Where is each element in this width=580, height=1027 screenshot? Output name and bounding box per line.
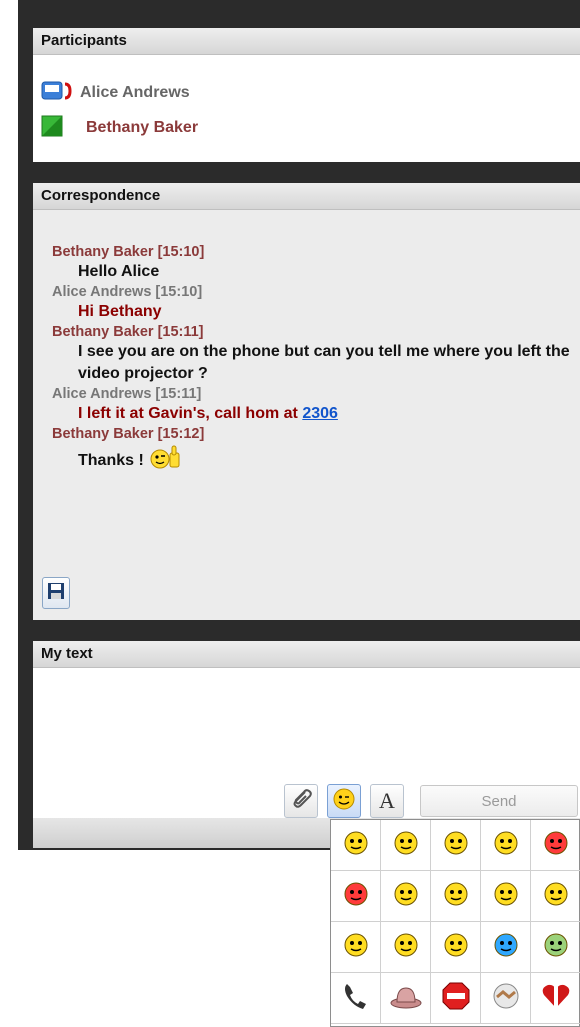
emoticon-cool-drink[interactable] (531, 871, 580, 922)
message-text-content: Thanks ! (78, 451, 144, 469)
birthday-icon (342, 931, 370, 964)
message-author: Bethany Baker [15:11] (52, 324, 204, 340)
floppy-disk-icon (47, 582, 65, 605)
message-text: Hi Bethany (78, 303, 162, 320)
participants-header: Participants (33, 28, 580, 55)
save-conversation-button[interactable] (42, 577, 70, 609)
heart-icon (541, 981, 571, 1016)
emoticon-picker (330, 819, 580, 1027)
hat-icon (390, 983, 422, 1014)
emoticon-surprised[interactable] (481, 820, 531, 871)
thumbs-up-smiley-icon (148, 443, 184, 478)
emoticon-flower[interactable] (481, 922, 531, 973)
message-author: Alice Andrews [15:11] (52, 386, 202, 402)
font-button-label: A (379, 788, 395, 813)
phone-icon (341, 981, 371, 1016)
handshake-icon (491, 981, 521, 1016)
emoticon-angry[interactable] (531, 820, 580, 871)
font-button[interactable]: A (370, 784, 404, 818)
phone-number-link[interactable]: 2306 (302, 405, 338, 422)
attach-file-button[interactable] (284, 784, 318, 818)
my-text-header: My text (33, 641, 580, 668)
emoticon-help[interactable] (381, 871, 431, 922)
message-input[interactable] (33, 668, 577, 784)
sleepy-icon (442, 931, 470, 964)
participant-bethany[interactable]: Bethany Baker (40, 115, 198, 141)
emoticon-confused[interactable] (431, 820, 481, 871)
message-author: Bethany Baker [15:12] (52, 426, 205, 442)
message-list: Bethany Baker [15:10] Hello Alice Alice … (52, 243, 572, 478)
sick-icon (542, 931, 570, 964)
emoticon-tongue[interactable] (381, 922, 431, 973)
swearing-icon (342, 880, 370, 913)
send-button[interactable]: Send (420, 785, 578, 817)
music-icon (442, 880, 470, 913)
send-button-label: Send (481, 792, 517, 810)
message-text: I left it at Gavin's, call hom at 2306 (52, 403, 572, 425)
emoticon-phone[interactable] (331, 973, 381, 1024)
smiley-icon (332, 787, 356, 816)
emoticon-birthday[interactable] (331, 922, 381, 973)
confused-icon (442, 829, 470, 862)
correspondence-header: Correspondence (33, 183, 580, 210)
message-author: Alice Andrews [15:10] (52, 284, 203, 300)
angry-icon (542, 829, 570, 862)
emoticon-hat[interactable] (381, 973, 431, 1024)
emoticon-smile[interactable] (331, 820, 381, 871)
emoticon-sleepy[interactable] (431, 922, 481, 973)
emoticon-handshake[interactable] (481, 973, 531, 1024)
participant-alice[interactable]: Alice Andrews (40, 80, 190, 106)
emoticon-heart[interactable] (531, 973, 580, 1024)
emoticon-swearing[interactable] (331, 871, 381, 922)
phone-on-call-icon (40, 78, 80, 109)
participant-name: Bethany Baker (86, 119, 199, 136)
surprised-icon (492, 829, 520, 862)
message-text: Thanks ! (52, 443, 572, 478)
help-icon (392, 880, 420, 913)
tongue-icon (392, 931, 420, 964)
paperclip-icon (289, 787, 313, 816)
cool-drink-icon (542, 880, 570, 913)
stop-icon (441, 981, 471, 1016)
emoticon-thumbs-up[interactable] (481, 871, 531, 922)
thumbs-up-icon (492, 880, 520, 913)
message-text: I see you are on the phone but can you t… (78, 343, 570, 382)
smile-icon (342, 829, 370, 862)
message-text: Hello Alice (78, 263, 160, 280)
emoticon-sick[interactable] (531, 922, 580, 973)
emoticon-music[interactable] (431, 871, 481, 922)
participant-name: Alice Andrews (80, 84, 190, 101)
emoticon-sad[interactable] (381, 820, 431, 871)
emoticon-button[interactable] (327, 784, 361, 818)
message-author: Bethany Baker [15:10] (52, 244, 205, 260)
emoticon-stop[interactable] (431, 973, 481, 1024)
available-status-icon (40, 113, 86, 144)
flower-icon (492, 931, 520, 964)
sad-icon (392, 829, 420, 862)
message-text-before-link: I left it at Gavin's, call hom at (78, 405, 303, 422)
